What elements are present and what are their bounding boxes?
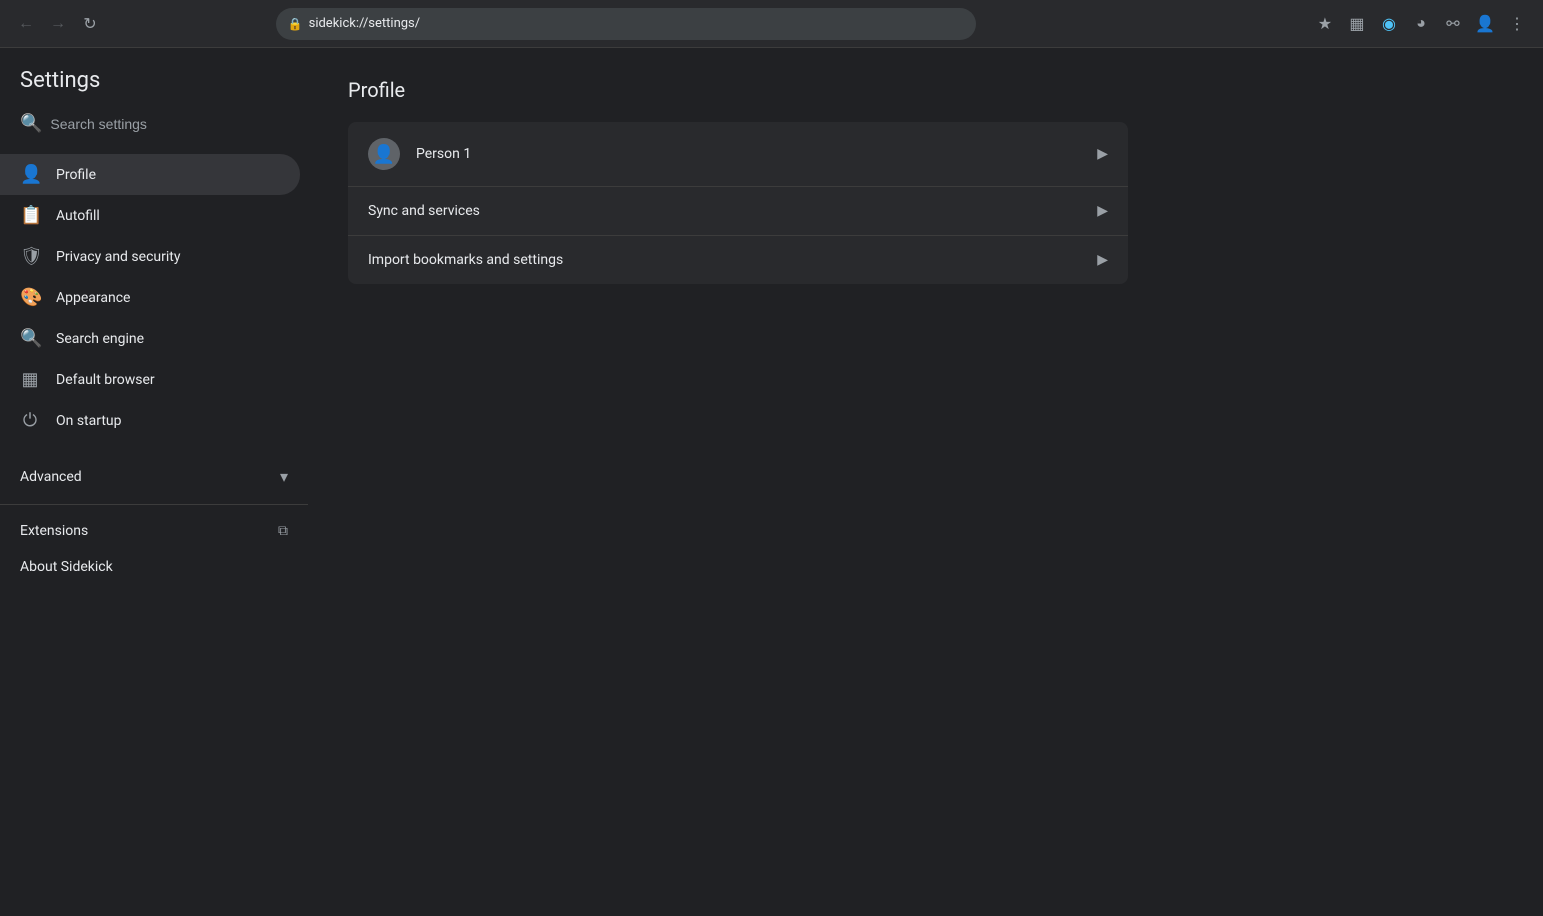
sidebar-item-appearance[interactable]: 🎨 Appearance [0, 277, 300, 318]
sidebar-label-startup: On startup [56, 413, 280, 429]
address-text: sidekick://settings/ [309, 16, 421, 31]
sidebar-label-profile: Profile [56, 167, 280, 183]
person1-chevron-icon: ▶ [1097, 146, 1108, 162]
autofill-icon: 📋 [20, 205, 40, 226]
sidebar-label-search: Search engine [56, 331, 280, 347]
avatar: 👤 [368, 138, 400, 170]
advanced-chevron-icon: ▾ [280, 467, 288, 486]
external-link-icon: ⧉ [278, 523, 288, 539]
tab-organizer-button[interactable]: ▦ [1343, 10, 1371, 38]
profile-card: 👤 Person 1 ▶ Sync and services ▶ Import … [348, 122, 1128, 284]
toolbar-right: ★ ▦ ◉ ◕ ⚯ 👤 ⋮ [1311, 10, 1531, 38]
lock-icon: 🔒 [288, 17, 303, 31]
main-content: Profile 👤 Person 1 ▶ Sync and services ▶… [308, 48, 1543, 916]
address-bar[interactable]: 🔒 sidekick://settings/ [276, 8, 976, 40]
nav-buttons: ← → ↻ [12, 10, 104, 38]
profile-button[interactable]: 👤 [1471, 10, 1499, 38]
sidebar-item-profile[interactable]: 👤 Profile [0, 154, 300, 195]
sidebar-item-privacy[interactable]: 🛡 Privacy and security [0, 236, 300, 277]
palette-icon: 🎨 [20, 287, 40, 308]
reload-button[interactable]: ↻ [76, 10, 104, 38]
power-icon: ⏻ [20, 410, 40, 431]
sync-chevron-icon: ▶ [1097, 203, 1108, 219]
sidebar: Settings 🔍 👤 Profile 📋 Autofill 🛡 Privac… [0, 48, 308, 916]
section-title: Profile [348, 78, 1503, 102]
sidebar-item-search[interactable]: 🔍 Search engine [0, 318, 300, 359]
sidekick-icon-button[interactable]: ◕ [1407, 10, 1435, 38]
advanced-label: Advanced [20, 469, 280, 485]
sidebar-item-extensions[interactable]: Extensions ⧉ [0, 513, 308, 549]
avatar-icon: 👤 [373, 144, 395, 165]
sidebar-label-default-browser: Default browser [56, 372, 280, 388]
search-input[interactable] [50, 116, 288, 132]
import-chevron-icon: ▶ [1097, 252, 1108, 268]
menu-button[interactable]: ⋮ [1503, 10, 1531, 38]
page-layout: Settings 🔍 👤 Profile 📋 Autofill 🛡 Privac… [0, 48, 1543, 916]
sync-label: Sync and services [368, 203, 1097, 219]
forward-button[interactable]: → [44, 10, 72, 38]
sidebar-label-extensions: Extensions [20, 523, 262, 539]
search-icon: 🔍 [20, 113, 42, 134]
sidebar-item-default-browser[interactable]: ▦ Default browser [0, 359, 300, 400]
sidebar-label-appearance: Appearance [56, 290, 280, 306]
bookmark-button[interactable]: ★ [1311, 10, 1339, 38]
advanced-section[interactable]: Advanced ▾ [0, 457, 308, 496]
extensions-button[interactable]: ⚯ [1439, 10, 1467, 38]
shield-icon: 🛡 [20, 246, 40, 267]
sidebar-item-about[interactable]: About Sidekick [0, 549, 308, 585]
settings-title: Settings [0, 68, 308, 113]
browser-icon: ▦ [20, 369, 40, 390]
sidebar-divider [0, 504, 308, 505]
person-icon: 👤 [20, 164, 40, 185]
sidebar-item-startup[interactable]: ⏻ On startup [0, 400, 300, 441]
person1-label: Person 1 [416, 146, 1097, 162]
sidebar-label-autofill: Autofill [56, 208, 280, 224]
browser-chrome: ← → ↻ 🔒 sidekick://settings/ ★ ▦ ◉ ◕ ⚯ 👤… [0, 0, 1543, 48]
sidebar-label-about: About Sidekick [20, 559, 288, 575]
person1-item[interactable]: 👤 Person 1 ▶ [348, 122, 1128, 187]
import-item[interactable]: Import bookmarks and settings ▶ [348, 236, 1128, 284]
import-label: Import bookmarks and settings [368, 252, 1097, 268]
sync-item[interactable]: Sync and services ▶ [348, 187, 1128, 236]
search-icon: 🔍 [20, 328, 40, 349]
sidebar-item-autofill[interactable]: 📋 Autofill [0, 195, 300, 236]
back-button[interactable]: ← [12, 10, 40, 38]
refresh-icon-button[interactable]: ◉ [1375, 10, 1403, 38]
sidebar-label-privacy: Privacy and security [56, 249, 280, 265]
search-bar: 🔍 [0, 113, 308, 154]
